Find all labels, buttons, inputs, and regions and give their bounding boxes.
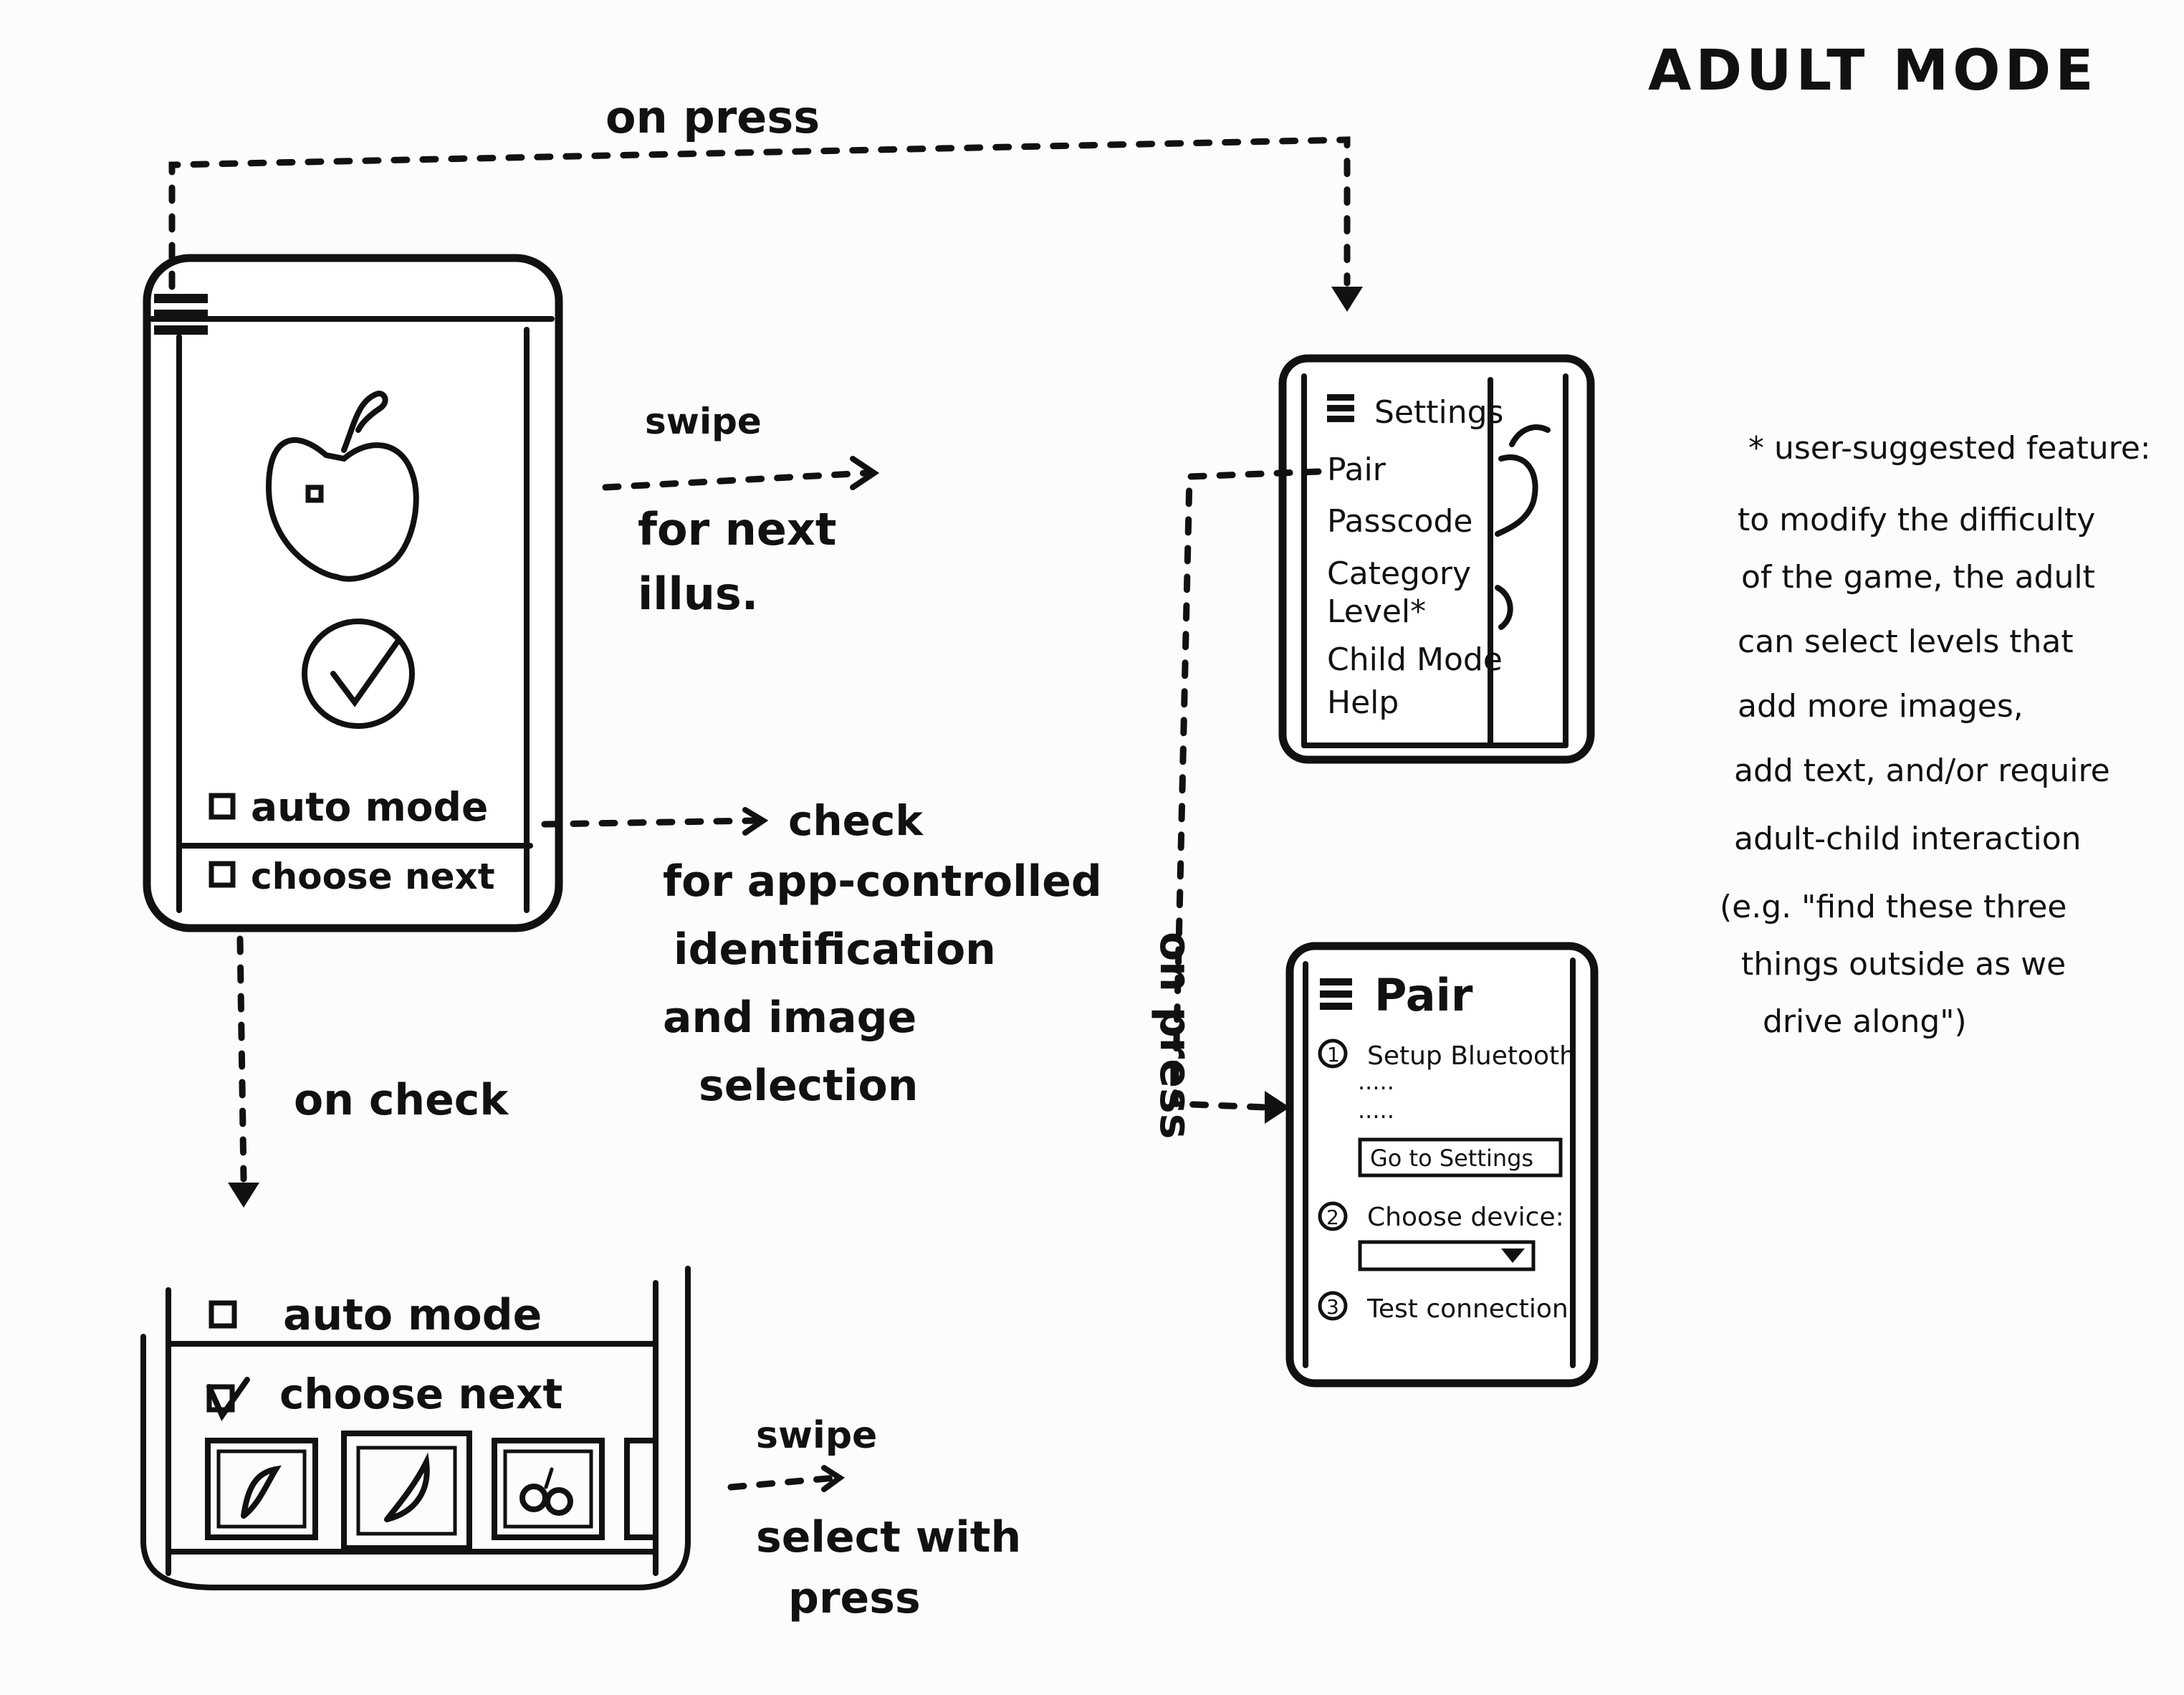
swipe-arrow — [602, 469, 871, 491]
page-title: ADULT MODE — [1648, 39, 2098, 103]
pair-title: Pair — [1374, 969, 1473, 1021]
menu-item-child-mode[interactable]: Child Mode — [1327, 641, 1503, 678]
panel-choose-next-label: choose next — [279, 1370, 562, 1418]
note-line-8: (e.g. "find these three — [1720, 889, 2066, 925]
swipe-bottom-arrow — [727, 1474, 838, 1491]
note-line-1: * user-suggested feature: — [1748, 430, 2151, 467]
main-phone-screen: auto mode choose next — [143, 254, 563, 932]
choose-next-label: choose next — [251, 856, 495, 897]
on-press-top-label: on press — [605, 91, 820, 143]
note-line-2: to modify the difficulty — [1738, 502, 2095, 538]
go-to-settings-button[interactable]: Go to Settings — [1358, 1137, 1563, 1178]
panel-auto-mode-option[interactable]: auto mode — [209, 1290, 542, 1340]
check-arrow — [541, 817, 760, 828]
choose-next-option[interactable]: choose next — [209, 856, 495, 897]
menu-item-level[interactable]: Level* — [1327, 593, 1426, 630]
image-thumbnail-3[interactable] — [492, 1438, 605, 1540]
menu-item-category[interactable]: Category — [1327, 555, 1471, 592]
note-line-6: add text, and/or require — [1734, 753, 2110, 789]
feature-note: * user-suggested feature: to modify the … — [1720, 430, 2151, 1040]
step-3-number: 3 — [1326, 1295, 1339, 1319]
pair-screen: Pair 1 Setup Bluetooth ..... ..... Go to… — [1285, 942, 1599, 1388]
on-press-side-label: on press — [1150, 932, 1200, 1139]
image-thumbnail-4-partial[interactable] — [624, 1438, 658, 1540]
menu-title: Settings — [1374, 394, 1503, 431]
pair-hamburger-icon[interactable] — [1320, 978, 1352, 1010]
image-thumbnail-2[interactable] — [341, 1431, 472, 1551]
on-check-label: on check — [294, 1075, 509, 1125]
check-desc-line1: for app-controlled — [663, 856, 1102, 907]
choose-next-panel: auto mode choose next — [140, 1266, 691, 1590]
note-line-7: adult-child interaction — [1734, 821, 2082, 857]
auto-mode-label: auto mode — [251, 784, 488, 830]
menu-item-help[interactable]: Help — [1327, 684, 1399, 721]
step-1-detail-1: ..... — [1358, 1068, 1394, 1095]
panel-choose-next-option[interactable]: choose next — [206, 1370, 562, 1422]
note-line-9: things outside as we — [1741, 946, 2066, 983]
note-line-10: drive along") — [1763, 1003, 1967, 1040]
step-2-label: Choose device: — [1367, 1203, 1564, 1232]
step-1-number: 1 — [1327, 1043, 1340, 1066]
check-label: check — [788, 796, 924, 845]
check-desc-line2: identification — [674, 925, 996, 975]
swipe-bottom-label: swipe — [756, 1414, 877, 1457]
for-next-illus-line1: for next — [638, 503, 837, 555]
select-with-press-line1: select with — [756, 1512, 1021, 1562]
step-2-number: 2 — [1326, 1205, 1339, 1229]
for-next-illus-line2: illus. — [638, 568, 758, 620]
swipe-label: swipe — [645, 401, 762, 442]
settings-menu-screen: Settings Pair Passcode Category Level* C… — [1278, 354, 1595, 764]
hamburger-menu-icon[interactable] — [154, 294, 208, 335]
menu-hamburger-icon[interactable] — [1327, 394, 1354, 422]
on-check-arrow — [236, 935, 247, 1183]
check-desc-line3: and image — [663, 993, 916, 1043]
select-with-press-line2: press — [788, 1573, 921, 1623]
image-thumbnail-1[interactable] — [205, 1438, 318, 1540]
note-line-3: of the game, the adult — [1741, 559, 2095, 596]
step-1-detail-2: ..... — [1358, 1097, 1394, 1124]
menu-item-passcode[interactable]: Passcode — [1327, 503, 1472, 540]
panel-auto-mode-label: auto mode — [283, 1290, 542, 1340]
step-1-label: Setup Bluetooth — [1367, 1041, 1576, 1071]
note-line-5: add more images, — [1738, 688, 2023, 725]
panel-auto-mode-checkbox[interactable] — [209, 1300, 237, 1329]
go-to-settings-label: Go to Settings — [1370, 1145, 1533, 1172]
sketch-canvas: ADULT MODE auto mode choose next on pres… — [140, 39, 2151, 1623]
note-line-4: can select levels that — [1738, 624, 2074, 660]
auto-mode-option[interactable]: auto mode — [209, 784, 488, 830]
check-desc-line4: selection — [699, 1061, 918, 1111]
step-3-label: Test connection — [1366, 1294, 1568, 1324]
menu-item-pair[interactable]: Pair — [1327, 452, 1386, 488]
